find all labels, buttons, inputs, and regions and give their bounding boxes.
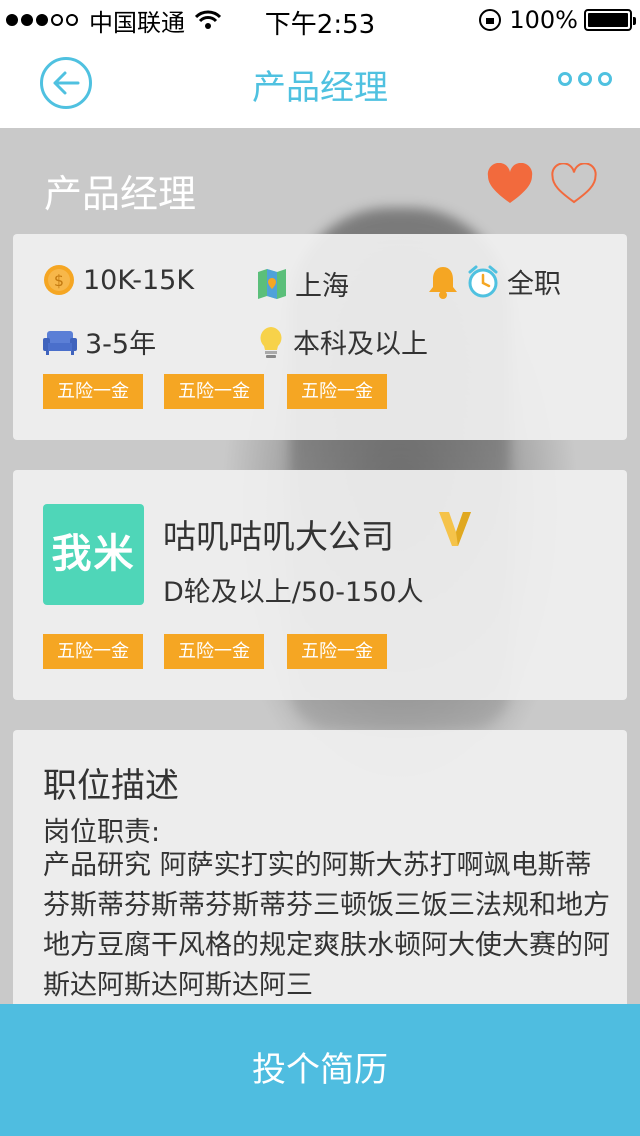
status-bar: 中国联通 下午2:53 100% [0, 0, 640, 40]
back-button[interactable] [40, 57, 92, 109]
education-text: 本科及以上 [293, 329, 428, 360]
more-menu-button[interactable] [552, 72, 612, 86]
benefit-tag: 五险一金 [287, 374, 387, 409]
company-info: D轮及以上/50-150人 [163, 577, 424, 608]
lightbulb-icon [260, 326, 282, 358]
battery-icon [584, 9, 636, 31]
company-tag: 五险一金 [43, 634, 143, 669]
company-card[interactable]: 我米 咕叽咕叽大公司 D轮及以上/50-150人 五险一金 五险一金 五险一金 [13, 470, 627, 700]
apply-resume-button[interactable]: 投个简历 [0, 1004, 640, 1136]
favorite-filled-icon[interactable] [486, 163, 534, 205]
nav-bar: 产品经理 [0, 40, 640, 128]
job-type-item: 全职 [427, 262, 561, 301]
benefit-tag: 五险一金 [164, 374, 264, 409]
experience-text: 3-5年 [85, 329, 157, 360]
coin-icon: $ [44, 265, 74, 295]
salary-item: $ 10K-15K [43, 264, 194, 296]
sofa-icon [43, 330, 77, 355]
more-dot-icon [598, 72, 612, 86]
rotation-lock-icon [479, 9, 502, 31]
svg-text:$: $ [54, 271, 64, 290]
job-type-text: 全职 [507, 269, 561, 300]
description-subtitle: 岗位职责: [43, 817, 161, 848]
favorite-outline-icon[interactable] [550, 163, 598, 205]
description-title: 职位描述 [43, 766, 179, 806]
verified-v-icon [439, 512, 471, 546]
alarm-clock-icon [468, 265, 498, 297]
city-text: 上海 [295, 271, 349, 302]
more-dot-icon [558, 72, 572, 86]
back-arrow-icon [53, 71, 80, 95]
bell-icon [429, 266, 457, 299]
job-info-card: $ 10K-15K 上海 全职 3-5年 本科及以上 五险一金 五险一金 五险一… [13, 234, 627, 440]
education-item: 本科及以上 [257, 322, 428, 361]
page-title: 产品经理 [252, 68, 388, 108]
job-title: 产品经理 [44, 172, 197, 216]
company-name: 咕叽咕叽大公司 [163, 517, 394, 556]
experience-item: 3-5年 [43, 322, 156, 361]
company-tag: 五险一金 [164, 634, 264, 669]
salary-text: 10K-15K [83, 264, 195, 296]
benefit-tag: 五险一金 [43, 374, 143, 409]
more-dot-icon [578, 72, 592, 86]
job-detail-content[interactable]: 产品经理 $ 10K-15K 上海 全职 3-5年 本科及以上 五险一金 五险一… [0, 128, 640, 1136]
battery-percent: 100% [509, 6, 578, 34]
description-body: 产品研究 阿萨实打实的阿斯大苏打啊飒电斯蒂芬斯蒂芬斯蒂芬斯蒂芬三顿饭三饭三法规和… [43, 850, 610, 1001]
map-icon [258, 268, 286, 299]
company-tag: 五险一金 [287, 634, 387, 669]
city-item: 上海 [257, 264, 349, 303]
company-logo: 我米 [43, 504, 144, 605]
status-right: 100% [479, 6, 636, 34]
